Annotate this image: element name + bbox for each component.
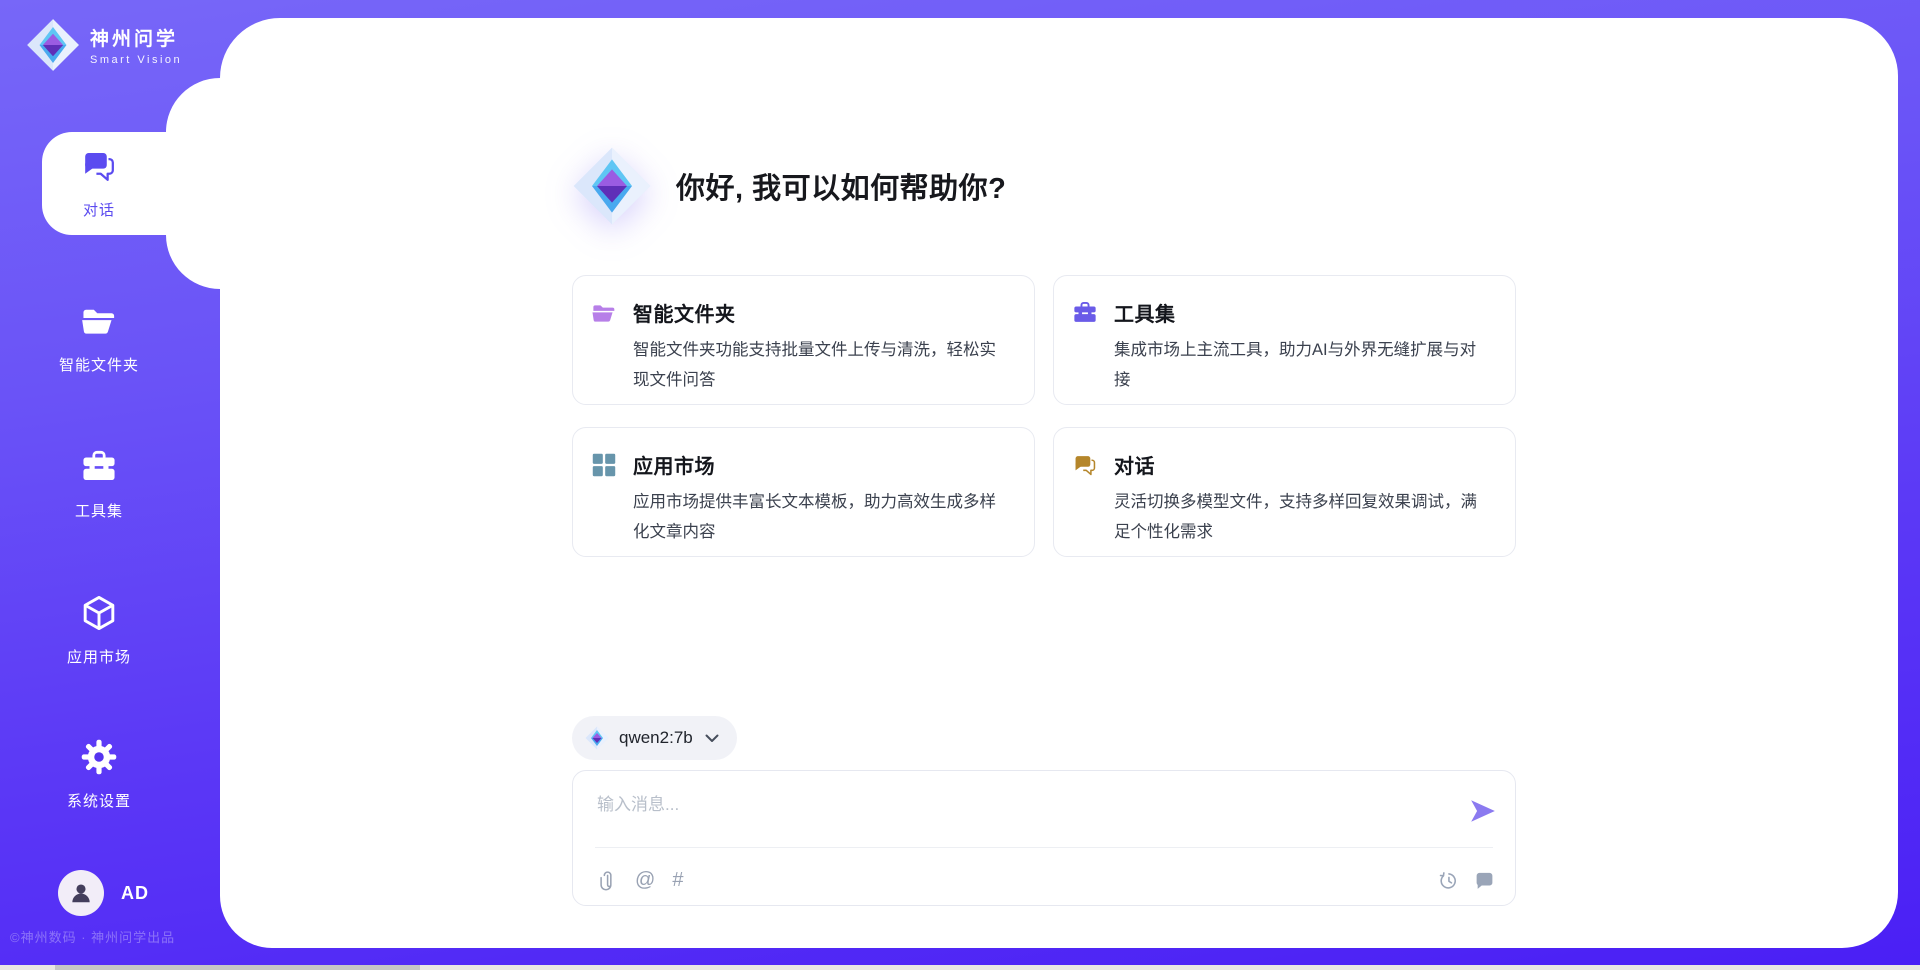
main-content-panel: 你好, 我可以如何帮助你? 智能文件夹 智能文件夹功能支持批量文件上传与清洗，轻…	[220, 18, 1898, 948]
horizontal-scrollbar[interactable]	[0, 965, 1920, 970]
card-smart-folder[interactable]: 智能文件夹 智能文件夹功能支持批量文件上传与清洗，轻松实现文件问答	[572, 275, 1035, 405]
grid-icon	[591, 452, 617, 478]
sidebar-item-app-market[interactable]: 应用市场	[0, 594, 198, 667]
message-composer: @ #	[572, 770, 1516, 906]
avatar[interactable]	[58, 870, 104, 916]
sidebar-item-toolset[interactable]: 工具集	[0, 448, 198, 521]
card-description: 集成市场上主流工具，助力AI与外界无缝扩展与对接	[1114, 335, 1491, 395]
composer-tools-left: @ #	[597, 870, 683, 891]
person-icon	[68, 880, 94, 906]
feature-cards: 智能文件夹 智能文件夹功能支持批量文件上传与清洗，轻松实现文件问答 工具集 集成…	[572, 275, 1516, 557]
scrollbar-thumb[interactable]	[55, 965, 420, 970]
card-description: 应用市场提供丰富长文本模板，助力高效生成多样化文章内容	[633, 487, 1010, 547]
send-icon[interactable]	[1469, 797, 1497, 825]
attachment-icon[interactable]	[597, 870, 618, 891]
card-description: 灵活切换多模型文件，支持多样回复效果调试，满足个性化需求	[1114, 487, 1491, 547]
card-title: 工具集	[1114, 298, 1176, 327]
user-name: AD	[121, 883, 149, 904]
sidebar-item-label: 对话	[0, 199, 198, 220]
card-app-market[interactable]: 应用市场 应用市场提供丰富长文本模板，助力高效生成多样化文章内容	[572, 427, 1035, 557]
gear-icon	[80, 738, 118, 776]
card-toolset[interactable]: 工具集 集成市场上主流工具，助力AI与外界无缝扩展与对接	[1053, 275, 1516, 405]
chat-icon	[1072, 452, 1098, 478]
sidebar-item-label: 应用市场	[0, 646, 198, 667]
brand-logo-diamond-icon	[26, 18, 80, 72]
topic-icon[interactable]: #	[672, 870, 683, 891]
brand-name-cn: 神州问学	[90, 24, 182, 51]
cube-icon	[80, 594, 118, 632]
sidebar-item-label: 智能文件夹	[0, 354, 198, 375]
model-logo-diamond-icon	[585, 726, 609, 750]
mention-icon[interactable]: @	[635, 870, 655, 891]
model-name: qwen2:7b	[619, 728, 693, 748]
sidebar-item-chat[interactable]: 对话	[0, 147, 198, 220]
card-header: 工具集	[1072, 298, 1491, 327]
chat-icon	[80, 147, 118, 185]
composer-divider	[595, 847, 1493, 848]
sidebar-item-label: 工具集	[0, 500, 198, 521]
greeting-text: 你好, 我可以如何帮助你?	[676, 165, 1006, 207]
message-input[interactable]	[573, 771, 1515, 841]
toolbox-icon	[80, 448, 118, 486]
sidebar-item-label: 系统设置	[0, 790, 198, 811]
model-selector[interactable]: qwen2:7b	[572, 716, 737, 760]
sidebar-footer-credit: ©神州数码 · 神州问学出品	[10, 927, 230, 946]
history-icon[interactable]	[1438, 870, 1459, 891]
card-title: 对话	[1114, 450, 1155, 479]
greeting: 你好, 我可以如何帮助你?	[572, 146, 1006, 226]
greeting-logo-diamond-icon	[572, 146, 652, 226]
comment-icon[interactable]	[1474, 870, 1495, 891]
card-header: 对话	[1072, 450, 1491, 479]
composer-toolbar: @ #	[597, 859, 1495, 901]
card-title: 应用市场	[633, 450, 715, 479]
sidebar-item-smart-folder[interactable]: 智能文件夹	[0, 302, 198, 375]
card-title: 智能文件夹	[633, 298, 736, 327]
card-description: 智能文件夹功能支持批量文件上传与清洗，轻松实现文件问答	[633, 335, 1010, 395]
chevron-down-icon	[705, 734, 719, 743]
folder-icon	[591, 300, 617, 326]
card-chat[interactable]: 对话 灵活切换多模型文件，支持多样回复效果调试，满足个性化需求	[1053, 427, 1516, 557]
card-header: 应用市场	[591, 450, 1010, 479]
card-header: 智能文件夹	[591, 298, 1010, 327]
brand-name-en: Smart Vision	[90, 54, 182, 66]
folder-icon	[80, 302, 118, 340]
sidebar-item-settings[interactable]: 系统设置	[0, 738, 198, 811]
composer-tools-right	[1438, 870, 1495, 891]
user-profile[interactable]: AD	[58, 870, 149, 916]
toolbox-icon	[1072, 300, 1098, 326]
brand: 神州问学 Smart Vision	[26, 18, 182, 72]
